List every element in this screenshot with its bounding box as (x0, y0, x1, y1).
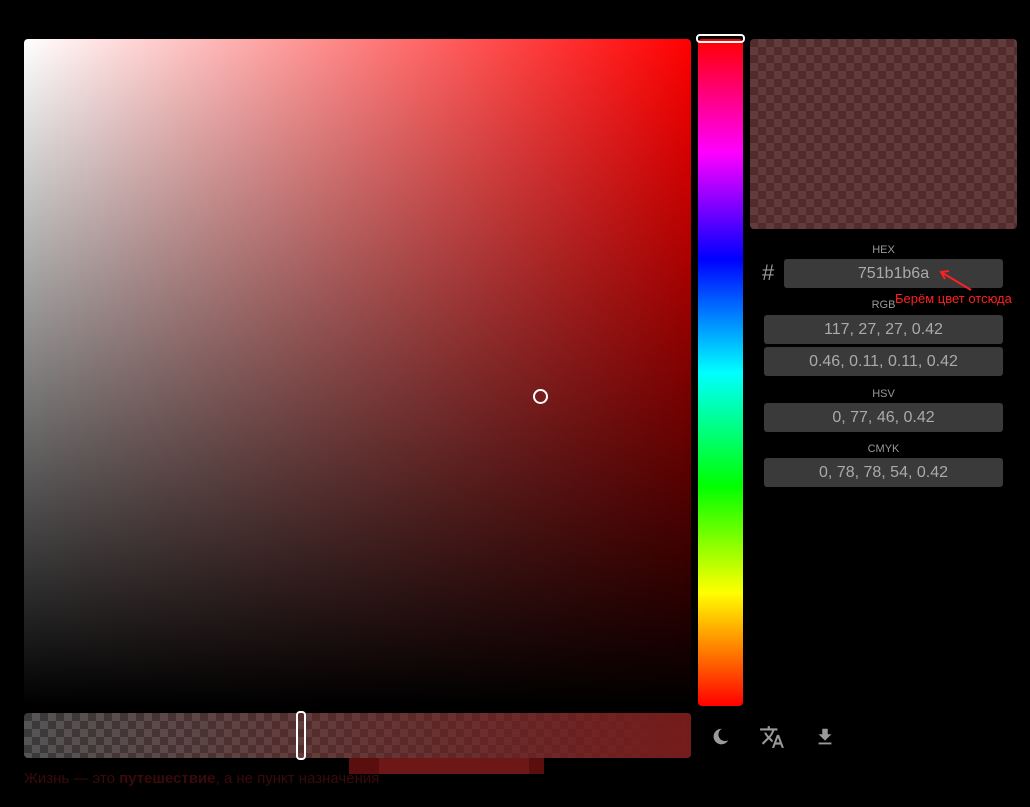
moon-icon (713, 728, 729, 745)
translate-icon (760, 726, 784, 748)
tooltip-bar-inner (379, 758, 529, 774)
hue-slider[interactable] (696, 34, 745, 706)
alpha-slider[interactable] (24, 713, 691, 758)
saturation-value-picker[interactable] (24, 39, 691, 706)
cmyk-label: CMYK (867, 443, 900, 455)
color-preview-swatch (750, 39, 1017, 229)
saturation-value-handle[interactable] (533, 389, 548, 404)
quote-before: Жизнь — это (24, 770, 120, 787)
download-button[interactable] (810, 723, 840, 751)
cmyk-input[interactable]: 0, 78, 78, 54, 0.42 (764, 458, 1003, 487)
rgb-normalized-input[interactable]: 0.46, 0.11, 0.11, 0.42 (764, 347, 1003, 376)
rgb-input[interactable]: 117, 27, 27, 0.42 (764, 315, 1003, 344)
color-preview (750, 39, 1017, 229)
hsv-label: HSV (872, 388, 895, 400)
quote-after: , а не пункт назначения (215, 770, 380, 787)
quote-bold: путешествие (119, 770, 216, 787)
quote-text: Жизнь — это путешествие, а не пункт назн… (24, 770, 379, 787)
hsv-input[interactable]: 0, 77, 46, 0.42 (764, 403, 1003, 432)
hue-slider-handle[interactable] (696, 34, 745, 43)
rgb-label: RGB (871, 299, 896, 311)
alpha-gradient (24, 713, 691, 758)
translate-button[interactable] (757, 723, 787, 751)
alpha-slider-handle[interactable] (296, 711, 306, 760)
arrow-annotation-icon (939, 270, 972, 291)
hash-symbol: # (762, 260, 775, 285)
hex-label: HEX (872, 244, 895, 256)
download-icon (818, 728, 832, 745)
dark-mode-button[interactable] (705, 723, 735, 751)
